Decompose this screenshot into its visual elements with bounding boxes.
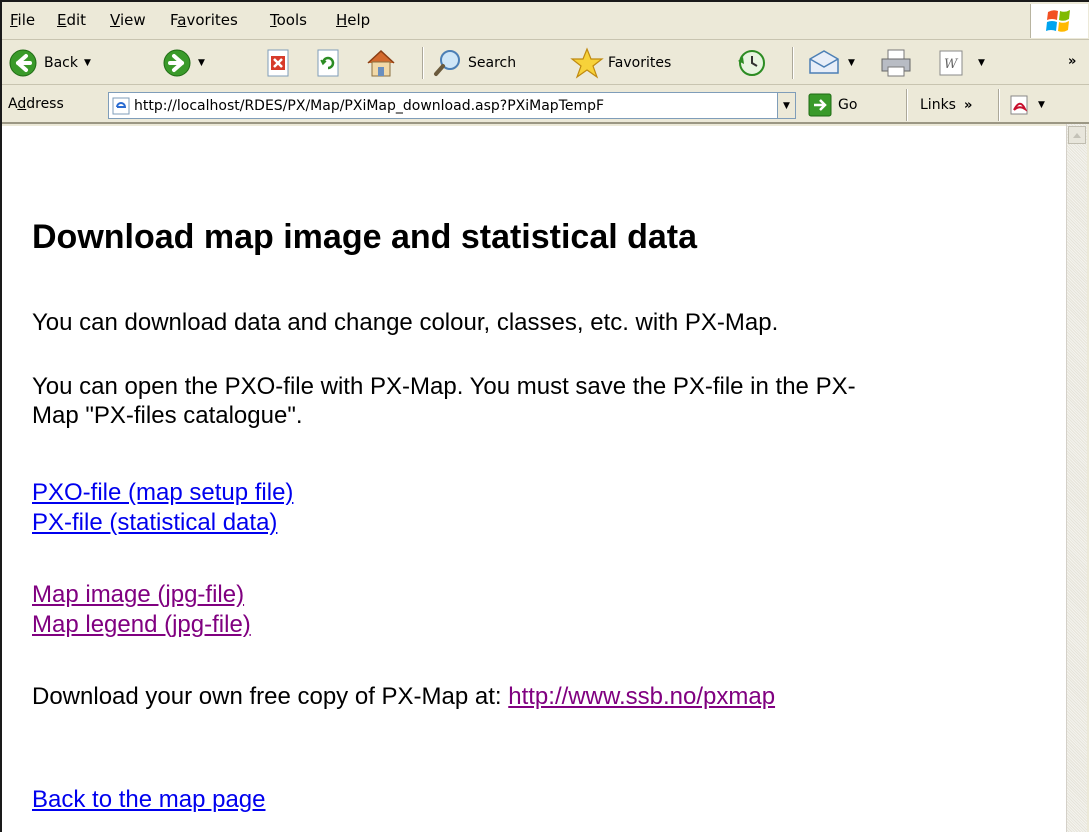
pxo-instructions-line1: You can open the PXO-file with PX-Map. Y…	[32, 373, 856, 400]
address-url-text: http://localhost/RDES/PX/Map/PXiMap_down…	[134, 97, 605, 114]
forward-button[interactable]: ▼	[162, 45, 205, 81]
back-arrow-icon	[9, 49, 37, 77]
address-label-pre: A	[8, 96, 18, 112]
menu-view[interactable]: View	[110, 11, 146, 29]
favorites-star-icon	[570, 47, 604, 79]
pxo-instructions-line2: Map "PX-files catalogue".	[32, 402, 303, 429]
windows-flag-icon	[1046, 10, 1070, 32]
address-label-mnemonic: d	[17, 96, 27, 112]
search-label: Search	[468, 55, 517, 71]
menu-file[interactable]: File	[10, 11, 35, 29]
go-label: Go	[838, 97, 858, 113]
stop-icon	[267, 49, 289, 77]
history-button[interactable]	[734, 45, 768, 81]
pxo-file-link[interactable]: PXO-file (map setup file)	[32, 478, 293, 507]
forward-dropdown-icon[interactable]: ▼	[198, 58, 205, 68]
menu-help-label: elp	[347, 11, 371, 29]
history-icon	[738, 50, 765, 76]
menu-help-mnemonic: H	[336, 11, 348, 29]
favorites-label: Favorites	[608, 55, 672, 71]
acrobat-icon	[1010, 95, 1028, 115]
scroll-up-button[interactable]	[1068, 126, 1086, 144]
download-text: Download your own free copy of PX-Map at…	[32, 683, 509, 710]
toolbar: Back ▼ ▼ Search Favorites ▼ W ▼ »	[2, 41, 1089, 85]
edit-word-button[interactable]: W ▼	[938, 45, 985, 81]
page-heading: Download map image and statistical data	[32, 218, 698, 256]
windows-logo	[1030, 4, 1088, 38]
intro-paragraph: You can download data and change colour,…	[32, 309, 779, 336]
forward-arrow-icon	[163, 49, 191, 77]
mail-button[interactable]: ▼	[806, 45, 855, 81]
menu-edit[interactable]: Edit	[57, 11, 86, 29]
toolbar-overflow-chevron[interactable]: »	[1068, 43, 1076, 79]
download-paragraph: Download your own free copy of PX-Map at…	[32, 682, 1052, 711]
links-label: Links	[920, 97, 956, 113]
mail-dropdown-icon[interactable]: ▼	[848, 58, 855, 68]
links-chevron-icon: »	[963, 97, 973, 113]
menu-help[interactable]: Help	[336, 11, 370, 29]
px-file-link[interactable]: PX-file (statistical data)	[32, 508, 277, 537]
map-image-link[interactable]: Map image (jpg-file)	[32, 580, 244, 609]
acrobat-button[interactable]: ▼	[1008, 87, 1045, 123]
ie-page-icon	[112, 97, 130, 114]
menu-bar: File Edit View Favorites Tools Help	[2, 2, 1089, 40]
favorites-button[interactable]: Favorites	[570, 45, 671, 81]
stop-button[interactable]	[264, 45, 292, 81]
menu-view-mnemonic: V	[110, 11, 120, 29]
address-separator	[998, 89, 1000, 121]
home-button[interactable]	[364, 45, 398, 81]
back-button[interactable]: Back ▼	[8, 45, 91, 81]
go-button[interactable]: Go	[808, 87, 857, 123]
menu-file-label: ile	[17, 11, 36, 29]
links-button[interactable]: Links »	[920, 87, 972, 123]
go-arrow-icon	[808, 93, 832, 117]
refresh-icon	[317, 49, 339, 77]
menu-file-mnemonic: F	[10, 11, 18, 29]
address-dropdown-icon: ▼	[783, 100, 790, 111]
edit-dropdown-icon[interactable]: ▼	[978, 58, 985, 68]
mail-icon	[809, 50, 839, 74]
svg-text:W: W	[944, 57, 959, 72]
acrobat-dropdown-icon[interactable]: ▼	[1038, 100, 1045, 110]
back-to-map-link[interactable]: Back to the map page	[32, 785, 265, 814]
menu-favorites-label: vorites	[186, 11, 238, 29]
home-icon	[367, 49, 395, 77]
back-dropdown-icon[interactable]: ▼	[84, 58, 91, 68]
menu-tools-mnemonic: T	[270, 11, 277, 29]
back-label: Back	[44, 55, 78, 71]
word-document-icon: W	[939, 50, 963, 76]
address-input[interactable]: http://localhost/RDES/PX/Map/PXiMap_down…	[108, 92, 796, 119]
toolbar-separator	[422, 47, 424, 79]
search-button[interactable]: Search	[432, 45, 516, 81]
address-label-post: dress	[26, 96, 64, 112]
vertical-scrollbar[interactable]	[1066, 124, 1087, 832]
menu-favorites[interactable]: Favorites	[170, 11, 238, 29]
printer-icon	[881, 49, 911, 77]
menu-tools-label: ools	[276, 11, 307, 29]
map-legend-link[interactable]: Map legend (jpg-file)	[32, 610, 251, 639]
scroll-up-arrow-icon	[1073, 133, 1081, 138]
menu-edit-label: dit	[66, 11, 87, 29]
toolbar-separator	[792, 47, 794, 79]
address-label: Address	[8, 96, 64, 112]
print-button[interactable]	[878, 45, 914, 81]
menu-view-label: iew	[119, 11, 146, 29]
address-bar: Address http://localhost/RDES/PX/Map/PXi…	[2, 86, 1089, 124]
menu-tools[interactable]: Tools	[270, 11, 307, 29]
address-dropdown-button[interactable]: ▼	[777, 93, 795, 118]
address-separator	[906, 89, 908, 121]
refresh-button[interactable]	[314, 45, 342, 81]
search-icon	[434, 50, 460, 76]
pxmap-download-link[interactable]: http://www.ssb.no/pxmap	[508, 683, 775, 710]
